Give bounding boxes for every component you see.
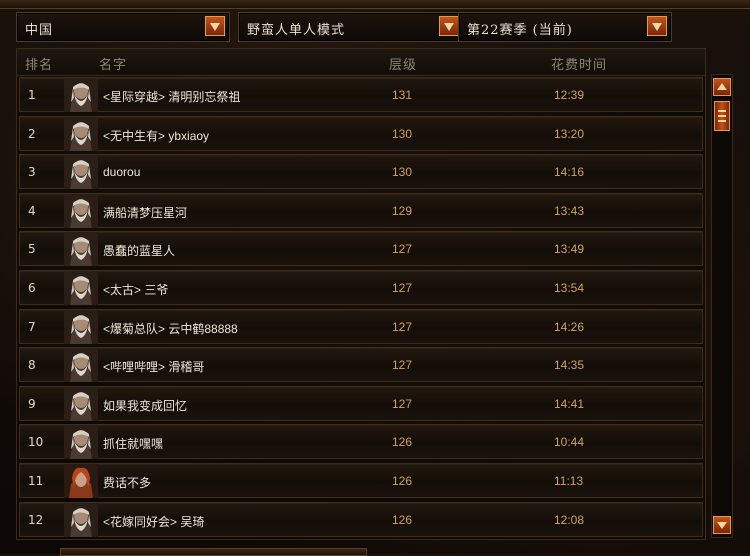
portrait-icon: [64, 78, 98, 112]
portrait-icon: [64, 348, 98, 383]
time-cell: 10:44: [554, 435, 585, 450]
level-cell: 130: [392, 165, 413, 180]
level-cell: 126: [392, 474, 413, 488]
portrait-icon: [64, 271, 98, 305]
player-name-cell[interactable]: <太古> 三爷: [103, 281, 168, 298]
table-row[interactable]: 11 费话不多 126 11:13: [19, 463, 703, 498]
portrait-icon: [64, 116, 98, 151]
level-cell: 127: [392, 281, 413, 295]
scroll-down-button[interactable]: [713, 516, 731, 534]
level-cell: 126: [392, 435, 413, 450]
leaderboard-scrollbar[interactable]: [711, 74, 733, 538]
player-name-cell[interactable]: <无中生有> ybxiaoy: [103, 127, 209, 144]
player-name-cell[interactable]: 抓住就嘿嘿: [103, 435, 163, 452]
table-row[interactable]: 9 如果我变成回忆 127 14:41: [19, 385, 703, 421]
scroll-thumb[interactable]: [714, 101, 730, 131]
arrow-up-icon: [717, 83, 727, 90]
portrait-icon: [64, 464, 98, 498]
player-name-cell[interactable]: 满船清梦压星河: [103, 204, 187, 221]
portrait-icon: [64, 386, 98, 421]
level-cell: 127: [392, 396, 413, 411]
player-name-cell[interactable]: <爆菊总队> 云中鹤88888: [103, 320, 238, 337]
column-level-header: 层级: [389, 58, 418, 73]
leaderboard-header: 排名 名字 层级 花费时间: [17, 49, 705, 76]
mode-dropdown[interactable]: 野蛮人单人模式: [238, 12, 464, 42]
mode-value: 野蛮人单人模式: [247, 23, 346, 38]
player-name-cell[interactable]: <哔哩哔哩> 滑稽哥: [103, 358, 204, 375]
player-name-cell[interactable]: <星际穿越> 清明别忘祭祖: [103, 88, 240, 105]
bottom-frame-strip: [60, 548, 367, 556]
season-dropdown[interactable]: 第22赛季 (当前): [458, 12, 672, 42]
table-row[interactable]: 10 抓住就嘿嘿 126 10:44: [19, 424, 703, 460]
player-name-cell[interactable]: <花嫁同好会> 吴琦: [103, 513, 204, 530]
portrait-icon: [64, 232, 98, 267]
season-value: 第22赛季 (当前): [467, 23, 573, 38]
level-cell: 131: [392, 88, 413, 102]
portrait-icon: [64, 193, 98, 228]
table-row[interactable]: 6 <太古> 三爷 127 13:54: [19, 270, 703, 305]
table-row[interactable]: 5 愚蠢的蓝星人 127 13:49: [19, 231, 703, 267]
level-cell: 127: [392, 242, 413, 257]
time-cell: 14:41: [554, 396, 585, 411]
scroll-up-button[interactable]: [713, 78, 731, 96]
region-value: 中国: [25, 23, 54, 38]
table-row[interactable]: 12 <花嫁同好会> 吴琦 126 12:08: [19, 501, 703, 537]
time-cell: 14:16: [554, 165, 585, 180]
time-cell: 11:13: [554, 474, 584, 488]
player-name-cell[interactable]: 费话不多: [103, 474, 151, 491]
table-row[interactable]: 3 duorou 130 14:16: [19, 154, 703, 190]
time-cell: 14:35: [554, 358, 585, 373]
table-row[interactable]: 4 满船清梦压星河 129 13:43: [19, 192, 703, 228]
level-cell: 127: [392, 358, 413, 373]
rank-cell: 12: [28, 512, 44, 527]
time-cell: 14:26: [554, 319, 585, 334]
portrait-icon: [64, 425, 98, 460]
rank-cell: 2: [28, 126, 36, 141]
column-name-header: 名字: [99, 58, 128, 73]
time-cell: 13:43: [554, 203, 585, 218]
top-frame-strip: [0, 0, 750, 9]
time-cell: 12:08: [554, 512, 585, 527]
rank-cell: 10: [28, 435, 44, 450]
table-row[interactable]: 1 <星际穿越> 清明别忘祭祖 131 12:39: [19, 77, 703, 112]
portrait-icon: [64, 309, 98, 344]
level-cell: 126: [392, 512, 413, 527]
time-cell: 13:49: [554, 242, 585, 257]
level-cell: 127: [392, 319, 413, 334]
rank-cell: 9: [28, 396, 36, 411]
table-row[interactable]: 7 <爆菊总队> 云中鹤88888 127 14:26: [19, 308, 703, 344]
player-name-cell[interactable]: duorou: [103, 165, 140, 179]
season-dropdown-arrow-icon[interactable]: [647, 16, 667, 36]
arrow-down-icon: [717, 522, 727, 529]
level-cell: 130: [392, 126, 413, 141]
region-dropdown-arrow-icon[interactable]: [205, 16, 225, 36]
region-dropdown[interactable]: 中国: [16, 12, 230, 42]
time-cell: 12:39: [554, 88, 585, 102]
rank-cell: 4: [28, 203, 36, 218]
table-row[interactable]: 8 <哔哩哔哩> 滑稽哥 127 14:35: [19, 347, 703, 383]
table-row[interactable]: 2 <无中生有> ybxiaoy 130 13:20: [19, 115, 703, 151]
rank-cell: 11: [28, 474, 44, 488]
rank-cell: 5: [28, 242, 36, 257]
leaderboard-panel: 排名 名字 层级 花费时间 1 <星际穿越> 清明别忘祭祖 131 12:39 2 <无中…: [16, 48, 706, 540]
level-cell: 129: [392, 203, 413, 218]
time-cell: 13:20: [554, 126, 585, 141]
rank-cell: 1: [28, 88, 36, 102]
column-time-header: 花费时间: [551, 58, 608, 73]
player-name-cell[interactable]: 愚蠢的蓝星人: [103, 242, 175, 259]
portrait-icon: [64, 502, 98, 537]
rank-cell: 6: [28, 281, 36, 295]
time-cell: 13:54: [554, 281, 585, 295]
rank-cell: 3: [28, 165, 36, 180]
rank-cell: 8: [28, 358, 36, 373]
mode-dropdown-arrow-icon[interactable]: [439, 16, 459, 36]
player-name-cell[interactable]: 如果我变成回忆: [103, 397, 187, 414]
rank-cell: 7: [28, 319, 36, 334]
column-rank-header: 排名: [25, 58, 54, 73]
portrait-icon: [64, 155, 98, 190]
